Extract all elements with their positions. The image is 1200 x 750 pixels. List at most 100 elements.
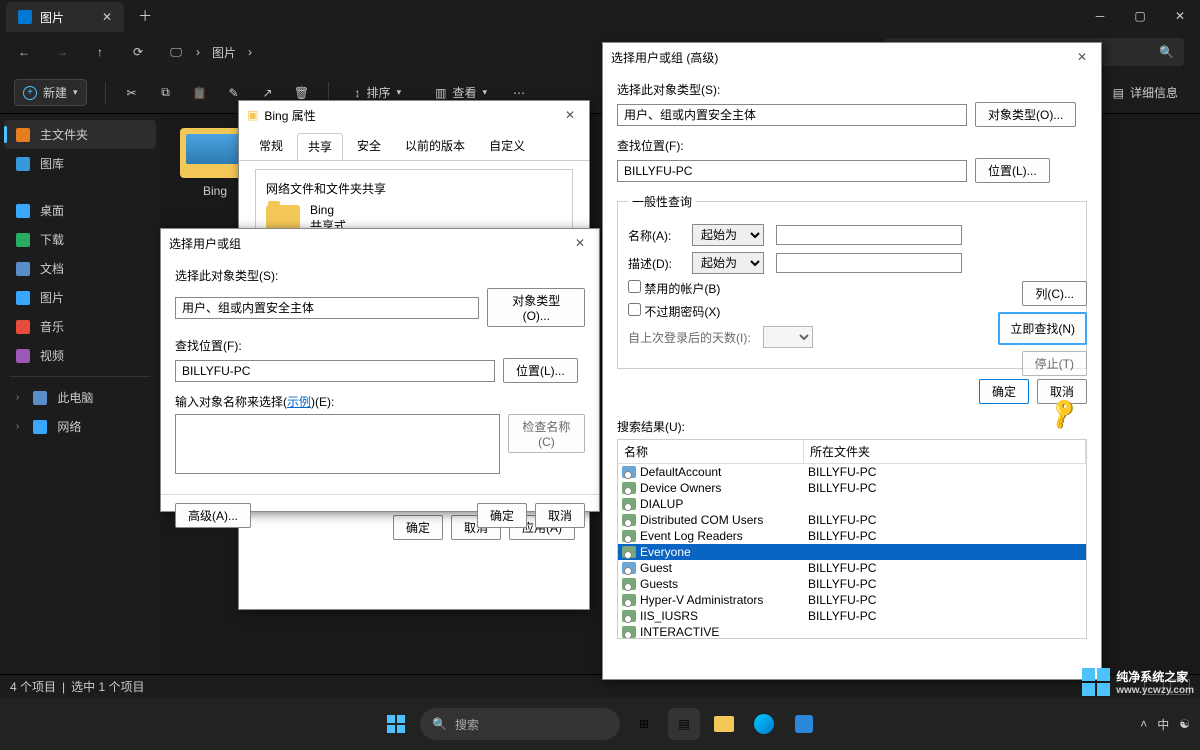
non-expiring-password-checkbox[interactable]: 不过期密码(X) <box>628 303 720 320</box>
tray-chevron-up-icon[interactable]: ˄ <box>1140 717 1147 731</box>
cut-icon[interactable]: ✂ <box>124 85 140 101</box>
forward-button[interactable]: → <box>54 44 70 60</box>
sidebar-item-downloads[interactable]: 下载 <box>0 225 160 254</box>
taskbar-store[interactable] <box>788 708 820 740</box>
close-button[interactable]: ✕ <box>569 236 591 250</box>
find-now-button[interactable]: 立即查找(N) <box>998 312 1087 345</box>
taskbar-app[interactable]: ▤ <box>668 708 700 740</box>
ime-language[interactable]: 中 <box>1157 716 1169 733</box>
disabled-accounts-checkbox[interactable]: 禁用的帐户(B) <box>628 280 720 297</box>
result-row[interactable]: GuestsBILLYFU-PC <box>618 576 1086 592</box>
share-icon[interactable]: ↗ <box>260 85 276 101</box>
close-button[interactable]: ✕ <box>1071 50 1093 64</box>
tab-share[interactable]: 共享 <box>297 133 343 160</box>
checkbox-label: 禁用的帐户(B) <box>644 282 720 296</box>
result-row[interactable]: DIALUP <box>618 496 1086 512</box>
details-pane-button[interactable]: ▤ 详细信息 <box>1105 80 1186 105</box>
folder-icon: ▣ <box>247 108 258 122</box>
tab-previous-versions[interactable]: 以前的版本 <box>395 133 475 160</box>
days-select <box>763 326 813 348</box>
locations-button[interactable]: 位置(L)... <box>975 158 1050 183</box>
result-row[interactable]: GuestBILLYFU-PC <box>618 560 1086 576</box>
object-types-button[interactable]: 对象类型(O)... <box>487 288 585 327</box>
ime-mode-icon[interactable]: ☯ <box>1179 717 1190 731</box>
location-field[interactable] <box>175 360 495 382</box>
names-label: 输入对象名称来选择(示例)(E): <box>175 393 585 410</box>
locations-button[interactable]: 位置(L)... <box>503 358 578 383</box>
taskbar-edge[interactable] <box>748 708 780 740</box>
sidebar-item-videos[interactable]: 视频 <box>0 341 160 370</box>
result-row[interactable]: IIS_IUSRSBILLYFU-PC <box>618 608 1086 624</box>
object-types-button[interactable]: 对象类型(O)... <box>975 102 1076 127</box>
tab-pictures[interactable]: 图片 ✕ <box>6 2 124 32</box>
tab-close-icon[interactable]: ✕ <box>102 10 112 24</box>
search-placeholder: 搜索 <box>455 716 479 733</box>
minimize-button[interactable]: ─ <box>1080 0 1120 32</box>
up-button[interactable]: ↑ <box>92 44 108 60</box>
sidebar-item-home[interactable]: 主文件夹 <box>4 120 156 149</box>
result-row[interactable]: DefaultAccountBILLYFU-PC <box>618 464 1086 480</box>
task-view-button[interactable]: ⊞ <box>628 708 660 740</box>
columns-button[interactable]: 列(C)... <box>1022 281 1087 306</box>
example-link[interactable]: 示例 <box>287 395 311 409</box>
object-type-field[interactable] <box>617 104 967 126</box>
sidebar-item-desktop[interactable]: 桌面 <box>0 196 160 225</box>
description-input[interactable] <box>776 253 962 273</box>
result-row[interactable]: INTERACTIVE <box>618 624 1086 639</box>
object-type-field[interactable] <box>175 297 479 319</box>
sidebar-item-music[interactable]: 音乐 <box>0 312 160 341</box>
taskbar-explorer[interactable] <box>708 708 740 740</box>
object-names-input[interactable] <box>175 414 500 474</box>
sidebar-item-network[interactable]: ›网络 <box>0 412 160 441</box>
cancel-button[interactable]: 取消 <box>535 503 585 528</box>
rename-icon[interactable]: ✎ <box>226 85 242 101</box>
sidebar-item-thispc[interactable]: ›此电脑 <box>0 383 160 412</box>
result-row[interactable]: Everyone <box>618 544 1086 560</box>
search-icon: 🔍 <box>1159 45 1174 59</box>
back-button[interactable]: ← <box>16 44 32 60</box>
taskbar-search[interactable]: 🔍搜索 <box>420 708 620 740</box>
tab-security[interactable]: 安全 <box>347 133 391 160</box>
close-button[interactable]: ✕ <box>1160 0 1200 32</box>
result-folder: BILLYFU-PC <box>804 464 880 480</box>
tab-general[interactable]: 常规 <box>249 133 293 160</box>
sidebar-item-gallery[interactable]: 图库 <box>0 149 160 178</box>
result-row[interactable]: Hyper-V AdministratorsBILLYFU-PC <box>618 592 1086 608</box>
sidebar-item-documents[interactable]: 文档 <box>0 254 160 283</box>
check-names-button[interactable]: 检查名称(C) <box>508 414 585 453</box>
group-icon <box>622 530 636 542</box>
chevron-down-icon: ▾ <box>73 87 78 98</box>
result-row[interactable]: Event Log ReadersBILLYFU-PC <box>618 528 1086 544</box>
close-button[interactable]: ✕ <box>559 108 581 122</box>
paste-icon[interactable]: 📋 <box>192 85 208 101</box>
more-button[interactable]: ⋯ <box>513 86 525 100</box>
name-input[interactable] <box>776 225 962 245</box>
result-row[interactable]: Distributed COM UsersBILLYFU-PC <box>618 512 1086 528</box>
start-button[interactable] <box>380 708 412 740</box>
new-tab-button[interactable]: ＋ <box>138 6 152 26</box>
maximize-button[interactable]: ▢ <box>1120 0 1160 32</box>
copy-icon[interactable]: ⧉ <box>158 85 174 101</box>
delete-icon[interactable]: 🗑 <box>294 85 310 101</box>
watermark-text: 纯净系统之家 <box>1116 668 1194 685</box>
result-row[interactable]: Device OwnersBILLYFU-PC <box>618 480 1086 496</box>
advanced-button[interactable]: 高级(A)... <box>175 503 251 528</box>
column-name[interactable]: 名称 <box>618 440 804 463</box>
location-field[interactable] <box>617 160 967 182</box>
status-selection: 选中 1 个项目 <box>71 678 144 695</box>
tab-customize[interactable]: 自定义 <box>479 133 535 160</box>
ok-button[interactable]: 确定 <box>979 379 1029 404</box>
description-mode-select[interactable]: 起始为 <box>692 252 764 274</box>
plus-icon: + <box>23 86 37 100</box>
stop-button[interactable]: 停止(T) <box>1022 351 1087 376</box>
ok-button[interactable]: 确定 <box>477 503 527 528</box>
sidebar-item-label: 网络 <box>57 418 81 435</box>
refresh-button[interactable]: ⟳ <box>130 44 146 60</box>
column-folder[interactable]: 所在文件夹 <box>804 440 1086 463</box>
new-button[interactable]: + 新建 ▾ <box>14 79 87 106</box>
search-results-list[interactable]: 名称 所在文件夹 DefaultAccountBILLYFU-PCDevice … <box>617 439 1087 639</box>
breadcrumb-pictures[interactable]: 图片 <box>212 44 236 61</box>
name-mode-select[interactable]: 起始为 <box>692 224 764 246</box>
sidebar-item-pictures[interactable]: 图片 <box>0 283 160 312</box>
result-name: DIALUP <box>640 497 683 511</box>
